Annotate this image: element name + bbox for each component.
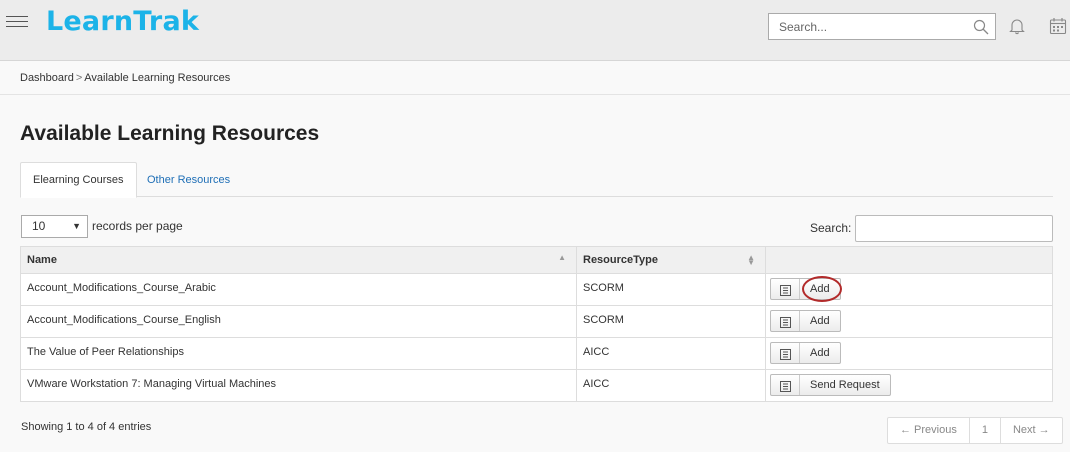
page-title: Available Learning Resources: [20, 122, 320, 145]
next-page-button[interactable]: Next →: [1001, 418, 1062, 443]
list-icon[interactable]: [771, 375, 800, 395]
page-length-value: 10: [32, 219, 46, 233]
tab-other-resources[interactable]: Other Resources: [134, 162, 243, 198]
list-icon[interactable]: [771, 311, 800, 331]
column-header-resource-type[interactable]: ResourceType ▲ ▼: [576, 246, 766, 274]
dropdown-arrow-icon: ▼: [72, 221, 81, 231]
table-search-input[interactable]: [855, 215, 1053, 242]
list-icon[interactable]: [771, 279, 800, 299]
resources-table: Name ▲ ResourceType ▲ ▼ Account_Modificatio…: [20, 246, 1053, 402]
send-request-button[interactable]: Send Request: [770, 374, 891, 396]
bell-icon[interactable]: [1008, 17, 1026, 35]
send-request-button-label[interactable]: Send Request: [800, 375, 890, 395]
table-row: Account_Modifications_Course_Arabic SCOR…: [20, 273, 1053, 306]
cell-name: The Value of Peer Relationships: [20, 337, 577, 370]
previous-page-button[interactable]: ← Previous: [888, 418, 970, 443]
table-row: VMware Workstation 7: Managing Virtual M…: [20, 369, 1053, 402]
page-length-select[interactable]: 10 ▼: [21, 215, 88, 238]
column-header-type-label: ResourceType: [583, 254, 658, 266]
cell-resource-type: AICC: [576, 337, 766, 370]
cell-resource-type: SCORM: [576, 305, 766, 338]
app-logo[interactable]: LearnTrak: [46, 6, 199, 37]
cell-name: VMware Workstation 7: Managing Virtual M…: [20, 369, 577, 402]
tab-elearning-courses[interactable]: Elearning Courses: [20, 162, 137, 198]
add-button[interactable]: Add: [770, 342, 841, 364]
table-header-row: Name ▲ ResourceType ▲ ▼: [20, 246, 1053, 274]
cell-name: Account_Modifications_Course_Arabic: [20, 273, 577, 306]
table-row: The Value of Peer Relationships AICC Add: [20, 337, 1053, 370]
add-button[interactable]: Add: [770, 310, 841, 332]
search-icon[interactable]: [973, 19, 989, 35]
column-header-name[interactable]: Name ▲: [20, 246, 577, 274]
sort-asc-icon: ▲: [558, 253, 566, 262]
column-header-name-label: Name: [27, 254, 57, 266]
pagination: ← Previous 1 Next →: [887, 417, 1063, 444]
add-button[interactable]: Add: [770, 278, 841, 300]
hamburger-menu-icon[interactable]: [6, 16, 28, 30]
cell-actions: Add: [765, 273, 1053, 306]
add-button-label[interactable]: Add: [800, 343, 840, 363]
table-row: Account_Modifications_Course_English SCO…: [20, 305, 1053, 338]
calendar-icon[interactable]: [1049, 17, 1067, 35]
cell-actions: Add: [765, 337, 1053, 370]
global-search-input[interactable]: [769, 14, 969, 39]
global-search[interactable]: [768, 13, 996, 40]
cell-resource-type: SCORM: [576, 273, 766, 306]
page-length-label: records per page: [92, 219, 183, 233]
breadcrumb-separator: >: [75, 72, 83, 84]
add-button-label[interactable]: Add: [800, 279, 840, 299]
cell-name: Account_Modifications_Course_English: [20, 305, 577, 338]
resource-tabs: Elearning Courses Other Resources: [20, 162, 1053, 198]
top-navbar: LearnTrak: [0, 0, 1070, 61]
page-1-button[interactable]: 1: [970, 418, 1001, 443]
breadcrumb-home-link[interactable]: Dashboard: [20, 72, 74, 84]
column-header-actions: [765, 246, 1053, 274]
breadcrumb: Dashboard > Available Learning Resources: [20, 72, 230, 84]
table-search-label: Search:: [810, 221, 852, 235]
cell-resource-type: AICC: [576, 369, 766, 402]
table-info: Showing 1 to 4 of 4 entries: [21, 421, 152, 433]
list-icon[interactable]: [771, 343, 800, 363]
add-button-label[interactable]: Add: [800, 311, 840, 331]
cell-actions: Add: [765, 305, 1053, 338]
cell-actions: Send Request: [765, 369, 1053, 402]
breadcrumb-current: Available Learning Resources: [84, 72, 231, 84]
sort-both-icon: ▲ ▼: [747, 253, 755, 267]
breadcrumb-bar: Dashboard > Available Learning Resources: [0, 62, 1070, 95]
